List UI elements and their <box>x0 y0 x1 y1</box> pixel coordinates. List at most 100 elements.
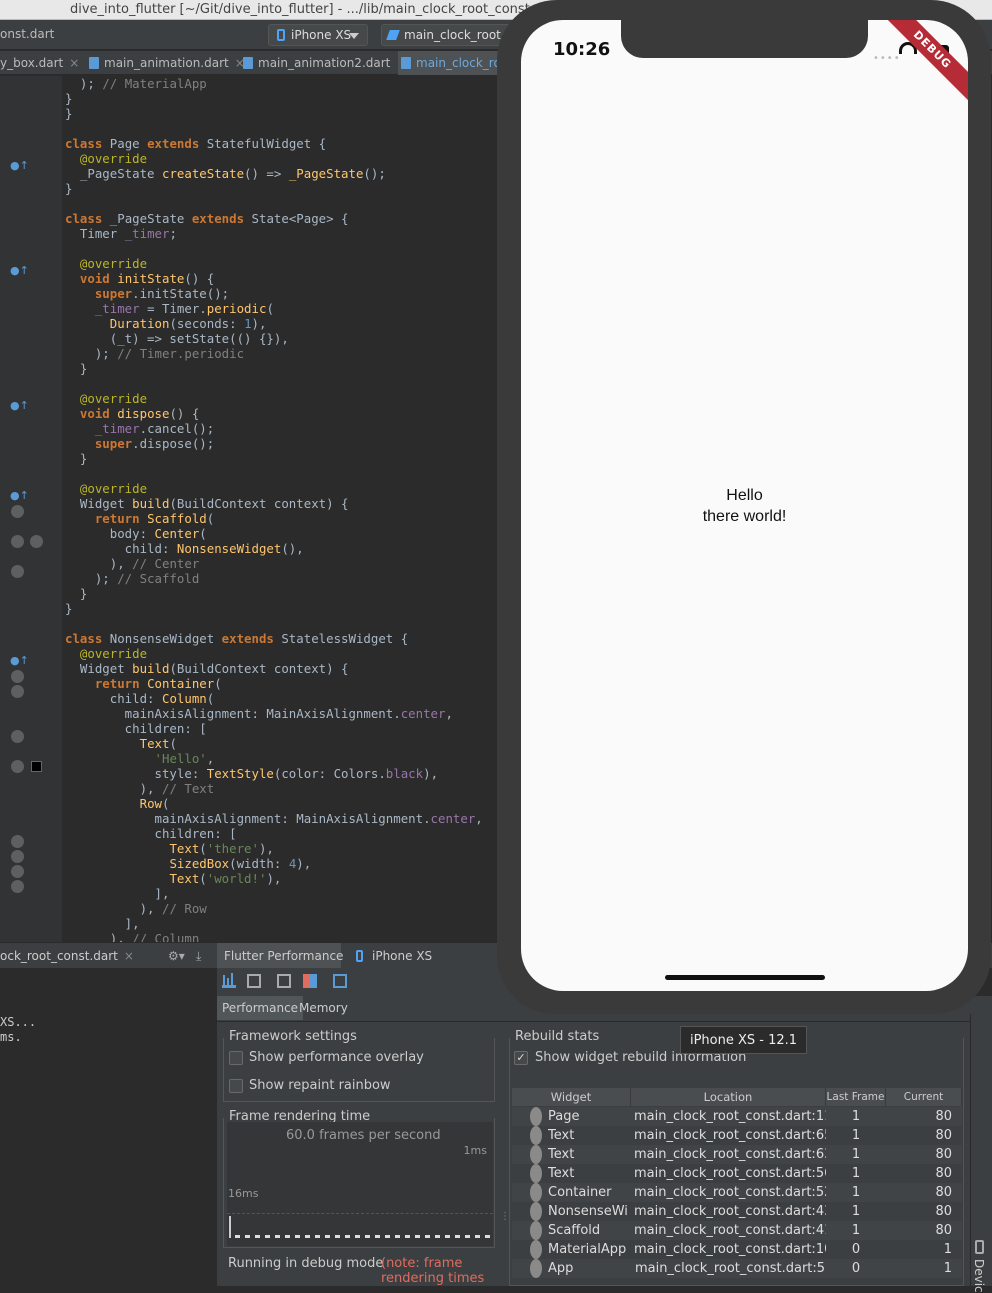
code-line[interactable]: Row( <box>65 796 170 811</box>
table-row[interactable]: NonsenseWic main_clock_root_const.dart:43… <box>512 1202 962 1221</box>
code-line[interactable]: Text( <box>65 736 177 751</box>
code-line[interactable]: @override <box>65 151 147 166</box>
table-row[interactable]: Container main_clock_root_const.dart:52 1 8… <box>512 1183 962 1202</box>
bar-chart-icon[interactable] <box>222 973 236 988</box>
code-line[interactable]: ); // Timer.periodic <box>65 346 244 361</box>
breadcrumb[interactable]: onst.dart <box>0 27 54 41</box>
code-line[interactable]: } <box>65 181 72 196</box>
code-line[interactable]: child: NonsenseWidget(), <box>65 541 304 556</box>
select-widget-icon[interactable] <box>333 974 347 988</box>
override-icon[interactable]: ●↑ <box>10 159 29 172</box>
code-line[interactable]: Duration(seconds: 1), <box>65 316 267 331</box>
code-line[interactable]: ), // Row <box>65 901 207 916</box>
repaint-icon[interactable] <box>247 974 261 988</box>
code-editor[interactable]: ); // MaterialApp}} class Page extends St… <box>62 76 498 942</box>
code-line[interactable]: class Page extends StatefulWidget { <box>65 136 326 151</box>
code-line[interactable]: @override <box>65 256 147 271</box>
close-icon[interactable]: × <box>69 56 79 70</box>
code-line[interactable]: } <box>65 91 72 106</box>
code-line[interactable]: ], <box>65 886 170 901</box>
tab-performance[interactable]: Performance <box>217 996 304 1020</box>
table-row[interactable]: MaterialApp main_clock_root_const.dart:10… <box>512 1240 962 1259</box>
code-line[interactable]: } <box>65 361 87 376</box>
layout-icon[interactable] <box>277 974 291 988</box>
table-row[interactable]: Scaffold main_clock_root_const.dart:41 1 80 <box>512 1221 962 1240</box>
code-line[interactable]: _PageState createState() => _PageState()… <box>65 166 386 181</box>
code-line[interactable]: _timer.cancel(); <box>65 421 214 436</box>
code-line[interactable]: Widget build(BuildContext context) { <box>65 496 349 511</box>
column-header[interactable]: Last Frame <box>826 1088 886 1106</box>
code-line[interactable]: children: [ <box>65 721 207 736</box>
code-line[interactable]: children: [ <box>65 826 237 841</box>
code-line[interactable]: } <box>65 451 87 466</box>
code-line[interactable]: ), // Text <box>65 781 215 796</box>
device-file-explorer-icon[interactable] <box>975 1240 984 1254</box>
code-line[interactable]: class _PageState extends State<Page> { <box>65 211 349 226</box>
code-line[interactable]: 'Hello', <box>65 751 215 766</box>
code-line[interactable]: ), // Center <box>65 556 200 571</box>
column-header[interactable]: Widget <box>512 1088 631 1106</box>
tab-device[interactable]: iPhone XS <box>356 943 432 969</box>
code-line[interactable]: @override <box>65 481 147 496</box>
home-indicator[interactable] <box>665 975 825 980</box>
column-header[interactable]: Current Scre... <box>886 1088 962 1121</box>
download-icon[interactable]: ⤓ <box>196 943 201 969</box>
show-rebuild-info-checkbox[interactable]: ✓ <box>514 1051 528 1065</box>
code-line[interactable]: Widget build(BuildContext context) { <box>65 661 349 676</box>
code-line[interactable]: mainAxisAlignment: MainAxisAlignment.cen… <box>65 706 453 721</box>
editor-tab[interactable]: main_animation2.dart× <box>240 51 406 75</box>
code-line[interactable]: super.initState(); <box>65 286 229 301</box>
table-row[interactable]: App main_clock_root_const.dart:5 0 1 <box>512 1259 962 1278</box>
table-row[interactable]: Text main_clock_root_const.dart:65 1 80 <box>512 1126 962 1145</box>
code-line[interactable]: ], <box>65 916 140 931</box>
color-swatch-icon[interactable] <box>31 761 42 772</box>
editor-tab[interactable]: y_box.dart × <box>0 51 79 75</box>
device-selector[interactable]: iPhone XS <box>268 24 368 46</box>
code-line[interactable]: } <box>65 601 72 616</box>
tab-memory[interactable]: Memory <box>294 996 353 1020</box>
code-line[interactable]: @override <box>65 391 147 406</box>
tab-flutter-performance[interactable]: Flutter Performance <box>217 943 343 969</box>
code-line[interactable]: _timer = Timer.periodic( <box>65 301 274 316</box>
table-row[interactable]: Text main_clock_root_const.dart:63 1 80 <box>512 1145 962 1164</box>
code-line[interactable]: ); // Scaffold <box>65 571 199 586</box>
run-file-tab[interactable]: ock_root_const.dart × <box>0 943 134 969</box>
code-line[interactable]: Text('world!'), <box>65 871 281 886</box>
editor-tab-active[interactable]: main_clock_roo <box>398 51 508 75</box>
show-performance-overlay-checkbox[interactable] <box>229 1051 243 1065</box>
code-line[interactable]: style: TextStyle(color: Colors.black), <box>65 766 439 781</box>
code-line[interactable]: void initState() { <box>65 271 214 286</box>
gear-icon[interactable]: ⚙▾ <box>168 943 185 969</box>
column-header[interactable]: Location <box>631 1088 826 1106</box>
override-icon[interactable]: ●↑ <box>10 264 29 277</box>
code-line[interactable]: child: Column( <box>65 691 214 706</box>
code-line[interactable]: ); // MaterialApp <box>65 76 207 91</box>
show-repaint-rainbow-checkbox[interactable] <box>229 1079 243 1093</box>
table-row[interactable]: Page main_clock_root_const.dart:11 1 80 <box>512 1107 962 1126</box>
simulator-screen[interactable]: 10:26 •••• DEBUG Hello there world! <box>521 20 968 991</box>
code-line[interactable]: return Container( <box>65 676 222 691</box>
code-line[interactable]: return Scaffold( <box>65 511 214 526</box>
code-line[interactable]: void dispose() { <box>65 406 199 421</box>
code-line[interactable]: ), // Column <box>65 931 200 942</box>
code-line[interactable]: SizedBox(width: 4), <box>65 856 311 871</box>
code-line[interactable]: } <box>65 586 87 601</box>
close-icon[interactable]: × <box>124 949 134 963</box>
override-icon[interactable]: ●↑ <box>10 489 29 502</box>
override-icon[interactable]: ●↑ <box>10 654 29 667</box>
debug-paint-icon[interactable] <box>303 974 317 988</box>
code-line[interactable]: Text('there'), <box>65 841 273 856</box>
code-line[interactable]: mainAxisAlignment: MainAxisAlignment.cen… <box>65 811 483 826</box>
code-line[interactable]: super.dispose(); <box>65 436 214 451</box>
code-line[interactable]: class NonsenseWidget extends StatelessWi… <box>65 631 408 646</box>
code-line[interactable]: @override <box>65 646 147 661</box>
code-line[interactable]: (_t) => setState(() {}), <box>65 331 289 346</box>
override-icon[interactable]: ●↑ <box>10 399 29 412</box>
cell-widget: Container <box>548 1185 612 1200</box>
device-file-explorer-label[interactable]: Devic <box>972 1259 986 1293</box>
editor-tab[interactable]: main_animation.dart × <box>86 51 245 75</box>
code-line[interactable]: body: Center( <box>65 526 207 541</box>
table-row[interactable]: Text main_clock_root_const.dart:56 1 80 <box>512 1164 962 1183</box>
code-line[interactable]: } <box>65 106 72 121</box>
code-line[interactable]: Timer _timer; <box>65 226 177 241</box>
